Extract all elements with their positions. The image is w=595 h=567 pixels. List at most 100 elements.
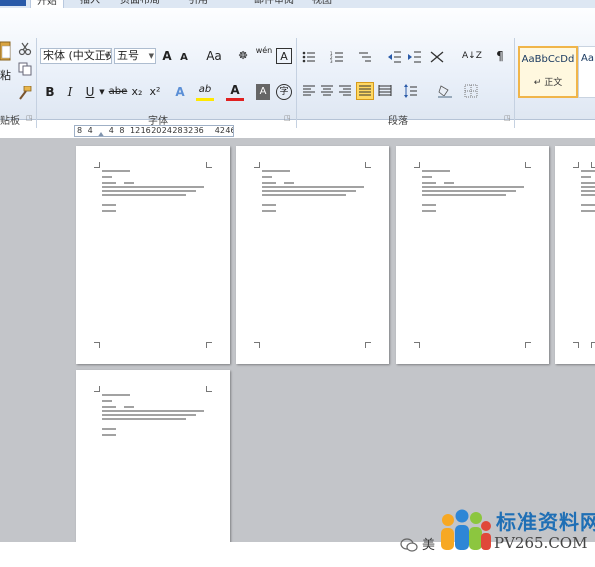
crop-mark-icon — [591, 342, 595, 348]
font-name-dropdown[interactable]: 宋体 (中文正文) ▼ — [40, 48, 112, 64]
crop-mark-icon — [414, 342, 420, 348]
font-color-button[interactable]: A — [228, 82, 242, 98]
text-line — [262, 210, 276, 212]
indent-marker-icon[interactable] — [97, 132, 105, 136]
paragraph-launcher-icon[interactable]: ◳ — [504, 114, 511, 122]
copy-icon[interactable] — [18, 62, 32, 76]
borders-icon[interactable] — [464, 84, 478, 98]
watermark-title: 标准资料网 — [496, 510, 595, 534]
crop-mark-icon — [591, 162, 595, 168]
font-size-value: 五号 — [117, 49, 139, 62]
svg-text:3: 3 — [330, 59, 333, 64]
tab-insert[interactable]: 插入 — [80, 0, 100, 8]
multilevel-list-icon[interactable] — [358, 50, 372, 64]
text-line — [102, 204, 116, 206]
crop-mark-icon — [414, 162, 420, 168]
crop-mark-icon — [254, 342, 260, 348]
format-painter-icon[interactable] — [18, 86, 32, 100]
tab-review[interactable]: 审阅 — [274, 0, 294, 8]
text-line — [422, 204, 436, 206]
tab-view[interactable]: 视图 — [312, 0, 332, 8]
highlight-button[interactable]: ab — [196, 82, 214, 98]
font-size-dropdown[interactable]: 五号 ▼ — [114, 48, 156, 64]
crop-mark-icon — [254, 162, 260, 168]
highlight-color-swatch — [196, 98, 214, 101]
increase-indent-icon[interactable] — [408, 50, 422, 64]
crop-mark-icon — [365, 162, 371, 168]
paste-label[interactable]: 粘 — [0, 68, 11, 84]
bold-button[interactable]: B — [44, 84, 56, 100]
document-page[interactable] — [236, 146, 389, 364]
bullets-icon[interactable] — [302, 50, 316, 64]
shading-icon[interactable] — [438, 84, 452, 98]
crop-mark-icon — [573, 342, 579, 348]
char-border-button[interactable]: A — [276, 48, 292, 64]
text-line — [102, 170, 130, 172]
ruler-tick-label: 28 — [172, 126, 183, 135]
italic-button[interactable]: I — [64, 84, 76, 100]
ruler-tick-label: 46 — [225, 126, 233, 135]
clear-format-icon[interactable]: ☸ — [236, 48, 250, 64]
ruler-tick-label: 20 — [151, 126, 162, 135]
strikethrough-button[interactable]: abe — [108, 84, 128, 100]
tab-home[interactable]: 开始 — [30, 0, 64, 8]
align-left-icon[interactable] — [302, 84, 316, 98]
style-next[interactable]: AaBb — [578, 46, 595, 98]
text-line — [262, 194, 346, 196]
ribbon-tab-strip: 开始 插入 页面布局 引用 邮件 审阅 视图 — [0, 0, 595, 8]
paste-icon[interactable] — [0, 38, 12, 62]
phonetic-guide-button[interactable]: wén — [254, 46, 274, 62]
clipboard-launcher-icon[interactable]: ◳ — [26, 114, 33, 122]
distributed-icon[interactable] — [378, 84, 392, 98]
text-line — [102, 190, 196, 192]
horizontal-ruler[interactable]: 8448121620242832364246 — [74, 125, 234, 137]
text-line — [444, 182, 454, 184]
line-spacing-icon[interactable] — [404, 84, 418, 98]
sort-button[interactable]: A↓Z — [462, 48, 482, 64]
text-line — [102, 394, 130, 396]
text-line — [581, 170, 595, 172]
document-page[interactable] — [76, 146, 230, 364]
char-shading-button[interactable]: A — [256, 84, 270, 100]
grow-font-button[interactable]: A — [160, 48, 174, 64]
text-line — [102, 406, 116, 408]
document-page[interactable] — [555, 146, 595, 364]
chevron-down-icon[interactable]: ▼ — [98, 84, 106, 100]
text-line — [102, 410, 204, 412]
chinese-layout-icon[interactable] — [430, 50, 444, 64]
document-page[interactable] — [396, 146, 549, 364]
align-right-icon[interactable] — [338, 84, 352, 98]
superscript-button[interactable]: x² — [148, 84, 162, 100]
tab-references[interactable]: 引用 — [188, 0, 208, 8]
decrease-indent-icon[interactable] — [388, 50, 402, 64]
crop-mark-icon — [525, 342, 531, 348]
file-tab[interactable] — [0, 0, 26, 6]
crop-mark-icon — [365, 342, 371, 348]
subscript-button[interactable]: x₂ — [130, 84, 144, 100]
align-center-icon[interactable] — [320, 84, 334, 98]
crop-mark-icon — [573, 162, 579, 168]
cut-icon[interactable] — [18, 42, 32, 56]
text-line — [422, 170, 450, 172]
underline-button[interactable]: U — [84, 84, 96, 100]
change-case-button[interactable]: Aa — [202, 48, 226, 64]
style-normal[interactable]: AaBbCcDd ↵ 正文 — [518, 46, 578, 98]
font-launcher-icon[interactable]: ◳ — [284, 114, 291, 122]
document-page[interactable] — [76, 370, 230, 542]
numbering-icon[interactable]: 123 — [330, 50, 344, 64]
show-marks-icon[interactable]: ¶ — [494, 48, 506, 64]
tab-mailings[interactable]: 邮件 — [254, 0, 274, 8]
paragraph-group-label: 段落 — [388, 116, 408, 127]
text-effects-button[interactable]: A — [172, 84, 188, 100]
enclose-char-button[interactable]: 字 — [276, 84, 292, 100]
site-logo-icon — [441, 509, 491, 550]
ruler-tick-label: 4 — [87, 126, 93, 135]
justify-button[interactable] — [356, 82, 374, 100]
text-line — [102, 400, 112, 402]
tab-page-layout[interactable]: 页面布局 — [120, 0, 160, 8]
text-line — [102, 428, 116, 430]
shrink-font-button[interactable]: A — [178, 50, 190, 66]
crop-mark-icon — [94, 342, 100, 348]
text-line — [422, 194, 506, 196]
text-line — [262, 186, 364, 188]
